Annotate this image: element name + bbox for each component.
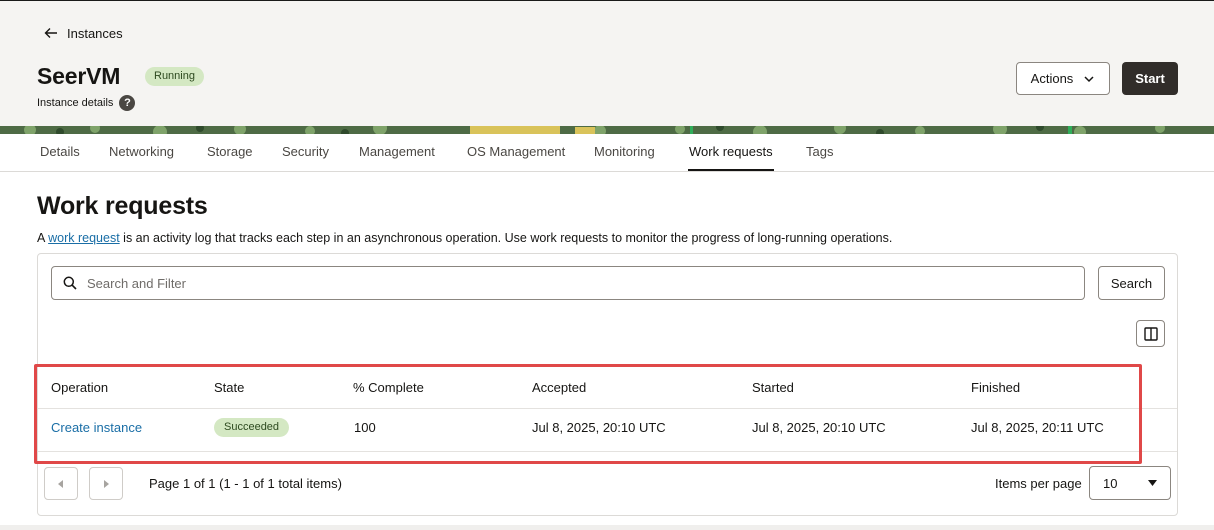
- divider: [38, 451, 1177, 452]
- actions-button[interactable]: Actions: [1016, 62, 1110, 95]
- active-tab-indicator: [688, 169, 774, 171]
- description-prefix: A: [37, 231, 49, 245]
- column-header-operation[interactable]: Operation: [51, 380, 108, 395]
- status-badge: Running: [145, 67, 204, 86]
- tab-security[interactable]: Security: [282, 144, 329, 159]
- finished-cell: Jul 8, 2025, 20:11 UTC: [971, 420, 1104, 435]
- divider: [0, 525, 1214, 530]
- back-to-instances-link[interactable]: Instances: [43, 25, 123, 41]
- actions-button-label: Actions: [1030, 71, 1074, 86]
- column-header-finished[interactable]: Finished: [971, 380, 1020, 395]
- page-header: Instances SeerVM Running Instance detail…: [0, 0, 1214, 127]
- previous-page-button[interactable]: [44, 467, 78, 500]
- search-field[interactable]: [51, 266, 1085, 300]
- state-badge: Succeeded: [214, 418, 290, 437]
- page-info: Page 1 of 1 (1 - 1 of 1 total items): [149, 476, 342, 491]
- caret-down-icon: [1148, 480, 1157, 486]
- divider: [38, 408, 1177, 409]
- chevron-right-icon: [104, 479, 109, 488]
- instance-tabs: Details Networking Storage Security Mana…: [0, 134, 1214, 172]
- started-cell: Jul 8, 2025, 20:10 UTC: [752, 420, 886, 435]
- work-request-link[interactable]: work request: [48, 231, 120, 245]
- section-description: A work request is an activity log that t…: [37, 231, 892, 245]
- start-button[interactable]: Start: [1122, 62, 1178, 95]
- page-subtitle: Instance details ?: [37, 95, 136, 111]
- items-per-page-label: Items per page: [995, 476, 1082, 491]
- tab-os-management[interactable]: OS Management: [467, 144, 565, 159]
- tab-tags[interactable]: Tags: [806, 144, 833, 159]
- items-per-page-value: 10: [1103, 475, 1118, 491]
- column-header-percent-complete[interactable]: % Complete: [353, 380, 424, 395]
- section-heading: Work requests: [37, 192, 208, 220]
- tab-work-requests[interactable]: Work requests: [689, 144, 773, 159]
- column-header-state[interactable]: State: [214, 380, 244, 395]
- description-suffix: is an activity log that tracks each step…: [119, 231, 893, 245]
- items-per-page-select[interactable]: 10: [1089, 466, 1171, 500]
- accepted-cell: Jul 8, 2025, 20:10 UTC: [532, 420, 666, 435]
- search-button[interactable]: Search: [1098, 266, 1165, 300]
- manage-columns-button[interactable]: [1136, 320, 1165, 347]
- column-header-accepted[interactable]: Accepted: [532, 380, 586, 395]
- tab-management[interactable]: Management: [359, 144, 435, 159]
- arrow-left-icon: [44, 28, 57, 38]
- tab-networking[interactable]: Networking: [109, 144, 174, 159]
- back-link-label: Instances: [67, 25, 123, 41]
- percent-complete-cell: 100: [354, 420, 376, 435]
- column-header-started[interactable]: Started: [752, 380, 794, 395]
- chevron-down-icon: [1084, 75, 1094, 82]
- search-icon: [63, 276, 77, 290]
- search-input[interactable]: [87, 275, 987, 291]
- page-title: SeerVM: [37, 63, 121, 89]
- subtitle-label: Instance details: [37, 97, 114, 109]
- tab-details[interactable]: Details: [40, 144, 80, 159]
- tab-monitoring[interactable]: Monitoring: [594, 144, 655, 159]
- chevron-left-icon: [58, 479, 63, 488]
- decorative-banner: [0, 126, 1214, 134]
- question-circle-icon[interactable]: ?: [119, 95, 136, 111]
- operation-link[interactable]: Create instance: [51, 420, 142, 435]
- tab-storage[interactable]: Storage: [207, 144, 253, 159]
- next-page-button[interactable]: [89, 467, 123, 500]
- columns-icon: [1143, 326, 1158, 341]
